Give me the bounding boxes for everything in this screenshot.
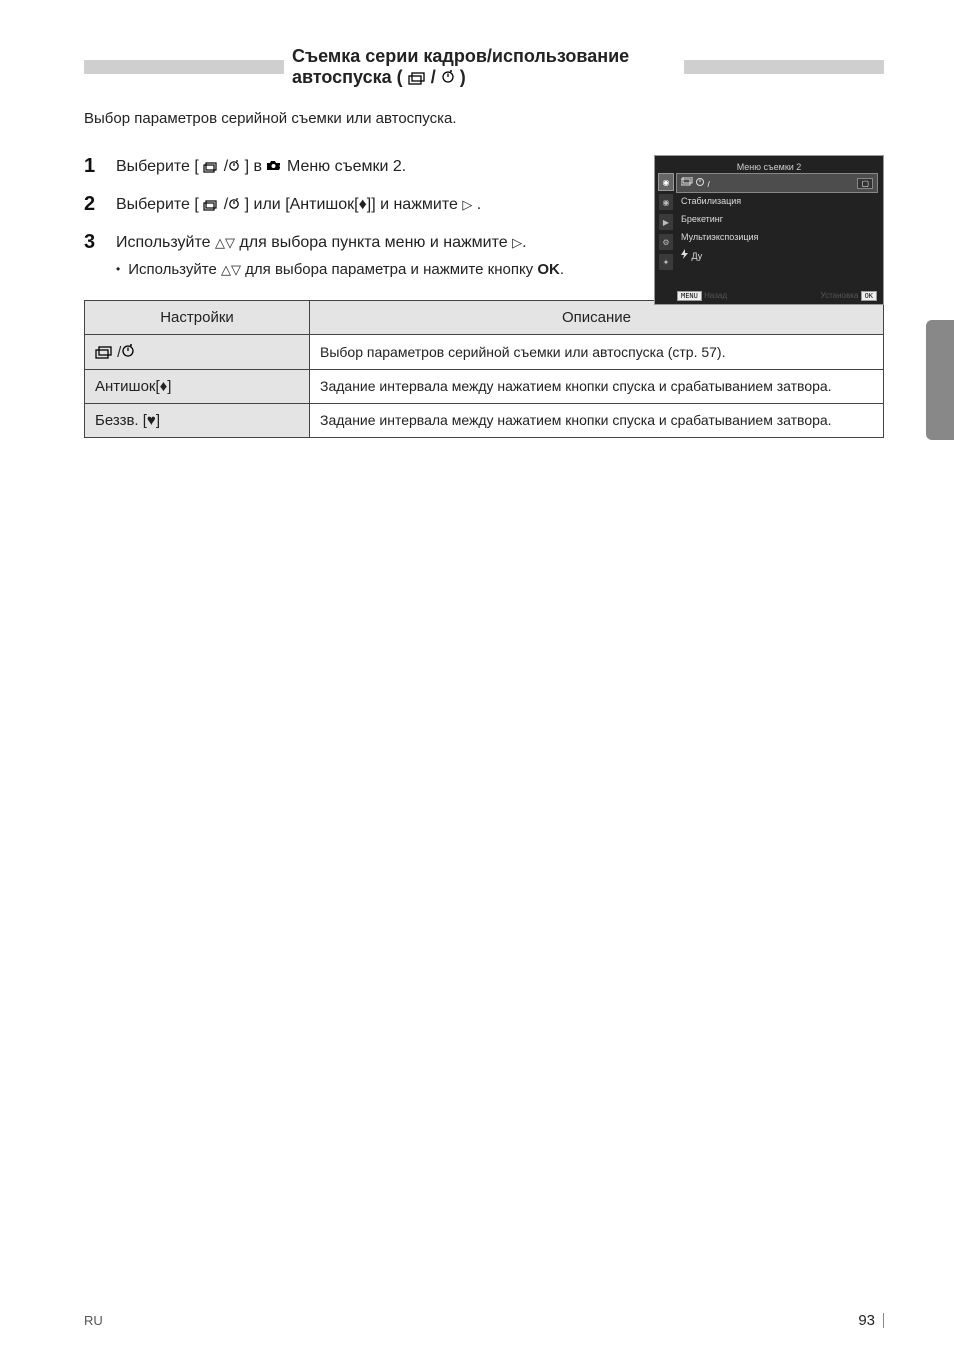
timer-icon <box>121 344 135 361</box>
step-body: Выберите [ / ] в 2 Меню съемки 2. <box>116 155 406 179</box>
menu-row: Стабилизация <box>677 192 877 210</box>
step-number: 3 <box>84 231 104 254</box>
menu-row: Ду <box>677 246 877 264</box>
bullet-icon: • <box>116 259 120 279</box>
step-body: Выберите [ / ] или [Антишок[♦]] и нажмит… <box>116 193 481 217</box>
menu-tab: ✦ <box>659 254 673 270</box>
step-text: ] или [Антишок[♦]] и нажмите <box>245 196 463 213</box>
table-row: Антишок[♦] Задание интервала между нажат… <box>85 369 884 403</box>
menu-tab: ◉ <box>659 174 673 190</box>
menu-tab: ⚙ <box>659 234 673 250</box>
menu-row-label: Стабилизация <box>681 196 741 206</box>
menu-row-burst-timer: / ▢ <box>677 174 877 192</box>
step-text: ] в <box>245 158 267 175</box>
step-text: Выберите [ <box>116 158 199 175</box>
table-cell-name: Беззв. [♥] <box>85 403 310 437</box>
updown-arrow-icon: △▽ <box>221 260 241 280</box>
table-cell-desc: Выбор параметров серийной съемки или авт… <box>310 334 884 369</box>
camera2-icon: 2 <box>266 158 282 175</box>
right-arrow-icon: ▷ <box>512 233 522 253</box>
menu-row-label: Мультиэкспозиция <box>681 232 758 242</box>
menu-row-label: Ду <box>681 249 702 261</box>
section-subtitle: Выбор параметров серийной съемки или авт… <box>84 110 884 127</box>
step-body: Используйте △▽ для выбора пункта меню и … <box>116 231 564 282</box>
burst-icon <box>203 158 223 175</box>
menu-row: Брекетинг <box>677 210 877 228</box>
table-header-row: Настройки Описание <box>85 300 884 334</box>
step-text: Используйте <box>116 234 215 251</box>
right-arrow-icon: ▷ <box>462 195 472 215</box>
menu-foot-right: Установка <box>821 291 859 300</box>
table-cell-desc: Задание интервала между нажатием кнопки … <box>310 369 884 403</box>
menu-foot-left: Назад <box>704 291 727 300</box>
steps-block: Меню съемки 2 ◉ ◉ ▶ ⚙ ✦ / ▢ Стабилизация <box>84 155 884 282</box>
ok-label: OK <box>537 261 560 278</box>
step-text: Выберите [ <box>116 196 199 213</box>
camera-menu-preview: Меню съемки 2 ◉ ◉ ▶ ⚙ ✦ / ▢ Стабилизация <box>654 155 884 305</box>
timer-icon <box>228 158 240 175</box>
table-row: / Выбор параметров серийной съемки или а… <box>85 334 884 369</box>
timer-icon <box>441 67 460 87</box>
menu-rows: / ▢ Стабилизация Брекетинг Мультиэкспози… <box>677 174 877 264</box>
menu-row-icon: / <box>681 177 710 189</box>
timer-icon <box>228 196 240 213</box>
menu-row-value: ▢ <box>857 178 873 189</box>
step-text: . <box>477 196 481 213</box>
step-number: 1 <box>84 155 104 178</box>
menu-title: Меню съемки 2 <box>661 162 877 172</box>
menu-footer: MENU Назад Установка OK <box>677 291 877 300</box>
burst-icon <box>203 196 223 213</box>
step-sub-text: Используйте △▽ для выбора параметра и на… <box>128 259 564 282</box>
step-text: для выбора пункта меню и нажмите <box>239 234 512 251</box>
menu-row-label: Брекетинг <box>681 214 723 224</box>
options-table: Настройки Описание / Выбор параметров се… <box>84 300 884 438</box>
heading-text-right: ) <box>460 67 466 87</box>
step-text: Меню съемки 2. <box>287 158 406 175</box>
menu-tab: ◉ <box>659 194 673 210</box>
burst-icon <box>408 67 431 87</box>
slash: / <box>431 67 436 87</box>
table-header: Описание <box>310 300 884 334</box>
section-heading-bar: Съемка серии кадров/использование автосп… <box>84 60 884 74</box>
page-number: 93 <box>858 1312 875 1329</box>
table-header: Настройки <box>85 300 310 334</box>
footer-lang: RU <box>84 1313 103 1328</box>
table-cell-name: Антишок[♦] <box>85 369 310 403</box>
table-cell-desc: Задание интервала между нажатием кнопки … <box>310 403 884 437</box>
footer-rule <box>883 1313 884 1328</box>
section-heading: Съемка серии кадров/использование автосп… <box>284 46 684 88</box>
menu-tabs: ◉ ◉ ▶ ⚙ ✦ <box>659 174 673 270</box>
burst-icon <box>95 344 117 361</box>
table-row: Беззв. [♥] Задание интервала между нажат… <box>85 403 884 437</box>
menu-key: OK <box>861 291 877 301</box>
menu-tab: ▶ <box>659 214 673 230</box>
updown-arrow-icon: △▽ <box>215 233 235 253</box>
svg-text:2: 2 <box>279 165 282 171</box>
flash-icon <box>681 249 689 259</box>
menu-key: MENU <box>677 291 702 301</box>
page-footer: RU 93 <box>84 1312 884 1329</box>
step-number: 2 <box>84 193 104 216</box>
table-cell-name: / <box>85 334 310 369</box>
page-edge-tab <box>926 320 954 440</box>
menu-row: Мультиэкспозиция <box>677 228 877 246</box>
